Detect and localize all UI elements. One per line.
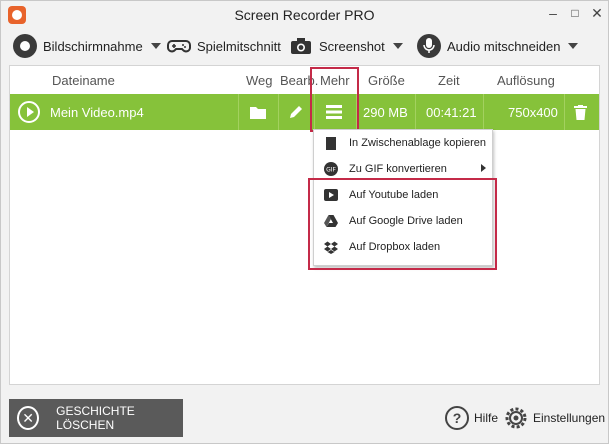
screenshot-button[interactable]: Screenshot: [289, 33, 403, 59]
column-header-size[interactable]: Größe: [368, 73, 405, 88]
camera-icon: [289, 34, 313, 58]
pencil-icon[interactable]: [289, 94, 303, 130]
toolbar: Bildschirmnahme Spielmitschnitt Screensh…: [1, 31, 608, 63]
chevron-down-icon[interactable]: [150, 43, 161, 49]
folder-icon[interactable]: [250, 94, 266, 130]
column-header-resolution[interactable]: Auflösung: [497, 73, 555, 88]
game-recording-button[interactable]: Spielmitschnitt: [167, 33, 281, 59]
audio-recording-button[interactable]: Audio mitschneiden: [417, 33, 579, 59]
column-header-name[interactable]: Dateiname: [52, 73, 115, 88]
table-header: Dateiname Weg Bearb. Mehr Größe Zeit Auf…: [10, 66, 599, 94]
recordings-table: Dateiname Weg Bearb. Mehr Größe Zeit Auf…: [9, 65, 600, 385]
gear-icon: [504, 406, 528, 430]
svg-text:GIF: GIF: [326, 167, 336, 174]
file-duration: 00:41:21: [426, 104, 477, 120]
settings-button[interactable]: Einstellungen: [504, 405, 605, 431]
gif-icon: GIF: [323, 162, 339, 176]
highlight-more-column: [310, 67, 359, 132]
screenshot-label: Screenshot: [319, 38, 385, 54]
game-recording-label: Spielmitschnitt: [197, 38, 281, 54]
table-row[interactable]: Mein Video.mp4 290 MB 00:41:21 750x400: [10, 94, 599, 130]
menu-item-label: Zu GIF konvertieren: [349, 163, 447, 175]
play-icon[interactable]: [18, 101, 40, 123]
clear-history-label: GESCHICHTE LÖSCHEN: [56, 404, 135, 432]
highlight-upload-options: [308, 178, 497, 270]
close-circle-icon: ✕: [17, 406, 40, 430]
app-window: Screen Recorder PRO – □ ✕ Bildschirmnahm…: [0, 0, 609, 444]
record-icon: [13, 34, 37, 58]
title-bar: Screen Recorder PRO – □ ✕: [1, 1, 608, 31]
column-header-time[interactable]: Zeit: [438, 73, 460, 88]
clipboard-icon: [323, 136, 339, 150]
settings-label: Einstellungen: [533, 411, 606, 425]
screen-recording-label: Bildschirmnahme: [43, 38, 143, 54]
minimize-button[interactable]: –: [542, 5, 564, 21]
close-button[interactable]: ✕: [586, 5, 608, 22]
help-icon: ?: [445, 406, 469, 430]
help-button[interactable]: ? Hilfe: [445, 405, 498, 431]
menu-item-label: In Zwischenablage kopieren: [349, 137, 486, 149]
chevron-down-icon[interactable]: [568, 43, 579, 49]
screen-recording-button[interactable]: Bildschirmnahme: [13, 33, 161, 59]
file-resolution: 750x400: [508, 104, 558, 120]
chevron-down-icon[interactable]: [392, 43, 403, 49]
window-title: Screen Recorder PRO: [234, 7, 375, 23]
file-size: 290 MB: [363, 104, 408, 120]
maximize-button[interactable]: □: [564, 6, 586, 20]
clear-history-button[interactable]: ✕ GESCHICHTE LÖSCHEN: [9, 399, 183, 437]
trash-icon[interactable]: [574, 94, 587, 130]
microphone-icon: [417, 34, 441, 58]
chevron-right-icon: [481, 164, 486, 172]
help-label: Hilfe: [474, 411, 499, 425]
gamepad-icon: [167, 34, 191, 58]
column-header-path[interactable]: Weg: [246, 73, 273, 88]
file-name: Mein Video.mp4: [50, 104, 144, 120]
menu-item-copy-clipboard[interactable]: In Zwischenablage kopieren: [314, 130, 492, 156]
audio-recording-label: Audio mitschneiden: [447, 38, 561, 54]
